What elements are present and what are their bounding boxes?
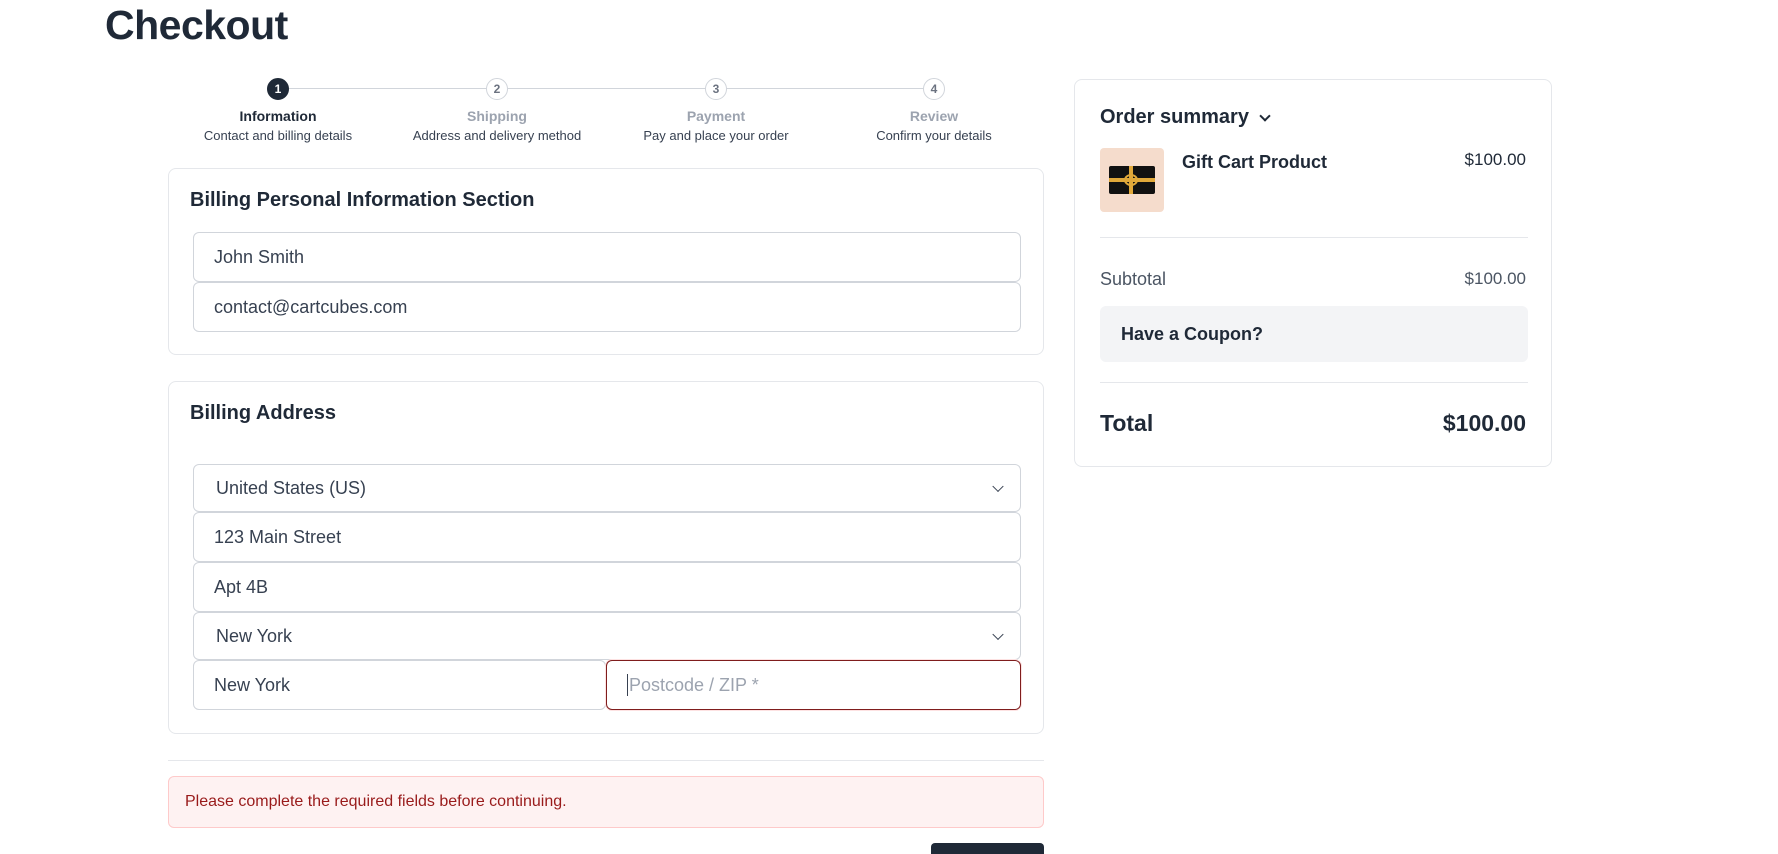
step-title: Information — [239, 108, 317, 124]
coupon-toggle[interactable]: Have a Coupon? — [1100, 306, 1528, 362]
billing-address-section: Billing Address United States (US) 123 M… — [168, 381, 1044, 734]
product-name: Gift Cart Product — [1182, 152, 1328, 172]
full-name-value: John Smith — [214, 246, 305, 267]
full-name-field[interactable]: John Smith — [193, 232, 1021, 282]
apartment-field[interactable]: Apt 4B — [193, 562, 1021, 612]
total-value: $100.00 — [1442, 410, 1526, 436]
summary-divider — [1100, 382, 1528, 383]
state-select[interactable]: New York — [193, 612, 1021, 660]
step-number: 3 — [705, 78, 727, 100]
city-value: New York — [214, 674, 291, 695]
step-number: 1 — [267, 78, 289, 100]
step-information[interactable]: 1 Information Contact and billing detail… — [168, 78, 388, 143]
postcode-field[interactable]: Postcode / ZIP * — [606, 660, 1021, 710]
section-divider — [168, 760, 1044, 761]
step-title: Shipping — [467, 108, 527, 124]
step-number: 4 — [923, 78, 945, 100]
coupon-label: Have a Coupon? — [1121, 323, 1264, 344]
step-subtitle: Address and delivery method — [412, 128, 582, 143]
email-field[interactable]: contact@cartcubes.com — [193, 282, 1021, 332]
text-caret — [627, 674, 628, 696]
chevron-down-icon — [1259, 109, 1271, 122]
step-title: Payment — [686, 108, 746, 124]
summary-divider — [1100, 237, 1528, 238]
postcode-placeholder: Postcode / ZIP * — [629, 674, 759, 695]
step-subtitle: Contact and billing details — [203, 128, 353, 143]
checkout-stepper: 1 Information Contact and billing detail… — [168, 78, 1044, 148]
city-field[interactable]: New York — [193, 660, 606, 710]
personal-info-section: Billing Personal Information Section Joh… — [168, 168, 1044, 355]
order-summary: Order summary Gift Cart Product $100.00 … — [1074, 79, 1552, 467]
subtotal-value: $100.00 — [1464, 269, 1526, 288]
chevron-down-icon — [992, 480, 1004, 493]
country-value: United States (US) — [216, 477, 367, 498]
state-value: New York — [216, 625, 293, 646]
step-subtitle: Pay and place your order — [643, 128, 789, 143]
country-select[interactable]: United States (US) — [193, 464, 1021, 512]
street-value: 123 Main Street — [214, 526, 342, 547]
subtotal-label: Subtotal — [1100, 269, 1167, 289]
order-summary-title: Order summary — [1100, 106, 1249, 128]
step-title: Review — [909, 108, 959, 124]
total-label: Total — [1100, 410, 1154, 436]
step-review[interactable]: 4 Review Confirm your details — [824, 78, 1044, 143]
alert-message: Please complete the required fields befo… — [185, 793, 567, 810]
product-price: $100.00 — [1464, 150, 1526, 169]
gift-card-icon — [1109, 166, 1155, 194]
continue-button[interactable] — [931, 843, 1044, 854]
apartment-value: Apt 4B — [214, 576, 269, 597]
product-thumbnail — [1100, 148, 1164, 212]
section-title: Billing Address — [190, 402, 336, 424]
step-payment[interactable]: 3 Payment Pay and place your order — [606, 78, 826, 143]
validation-alert: Please complete the required fields befo… — [168, 776, 1044, 828]
email-value: contact@cartcubes.com — [214, 296, 408, 317]
step-subtitle: Confirm your details — [876, 128, 992, 143]
section-title: Billing Personal Information Section — [190, 189, 535, 211]
street-address-field[interactable]: 123 Main Street — [193, 512, 1021, 562]
step-shipping[interactable]: 2 Shipping Address and delivery method — [387, 78, 607, 143]
order-summary-toggle[interactable]: Order summary — [1100, 106, 1271, 129]
page-title: Checkout — [105, 2, 288, 48]
chevron-down-icon — [992, 628, 1004, 641]
step-number: 2 — [486, 78, 508, 100]
